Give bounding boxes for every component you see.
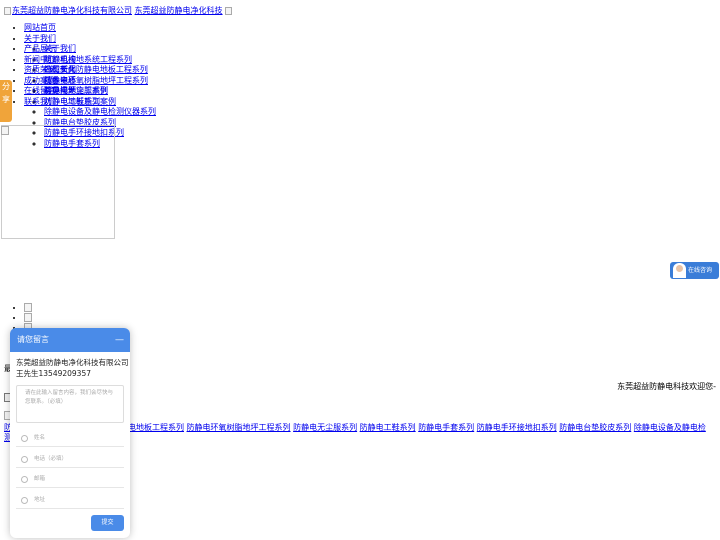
welcome-text: 东莞超益防静电科技欢迎您-: [617, 382, 716, 391]
slide-item[interactable]: [24, 303, 33, 313]
slide-image: [24, 303, 32, 312]
company-contact: 王先生13549209357: [16, 369, 91, 378]
name-field[interactable]: 姓名: [16, 430, 124, 447]
company-name: 东莞超益防静电净化科技有限公司: [16, 358, 129, 367]
logo-link-text[interactable]: 东莞超益防静电净化科技: [135, 6, 223, 15]
online-chat-button[interactable]: 在线咨询: [670, 262, 719, 279]
product-link[interactable]: 防静电工鞋系列: [360, 423, 416, 432]
slide-image: [24, 313, 32, 322]
submit-button[interactable]: 提交: [91, 515, 124, 531]
logo-badge-image: [225, 6, 233, 15]
minimize-icon[interactable]: —: [115, 328, 124, 352]
phone-field[interactable]: 电话（必填）: [16, 451, 124, 468]
product-link[interactable]: 防静电台垫胶皮系列: [559, 423, 631, 432]
submenu-item[interactable]: 除静电设备及静电检测仪器系列: [44, 107, 156, 118]
share-tab[interactable]: 分享: [0, 80, 12, 122]
nav-item-about[interactable]: 关于我们 关于我们 组织机构 企业文化: [24, 34, 156, 75]
message-panel-header[interactable]: 请您留言 —: [10, 328, 130, 352]
company-info: 东莞超益防静电净化科技有限公司 王先生13549209357: [16, 357, 129, 379]
message-panel-title: 请您留言: [17, 335, 49, 344]
email-field[interactable]: 邮箱: [16, 471, 124, 488]
mail-icon: [21, 476, 28, 483]
submenu-item[interactable]: 防静电手套系列: [44, 139, 156, 150]
nav-item-products[interactable]: 产品展示 防静电接地系统工程系列 PVC长久防静电地板工程系列 防静电环氧树脂地…: [24, 44, 156, 148]
address-field[interactable]: 地址: [16, 492, 124, 509]
product-link[interactable]: 电地板工程系列: [128, 423, 184, 432]
share-tab-label: 分享: [2, 82, 10, 104]
user-icon: [21, 435, 28, 442]
nav-item-home[interactable]: 网站首页: [24, 23, 156, 34]
product-link[interactable]: 防静电无尘服系列: [293, 423, 357, 432]
message-textarea[interactable]: 请在此输入留言内容，我们会尽快与您联系。（必填）: [16, 385, 124, 423]
agent-avatar-icon: [673, 263, 686, 278]
product-link[interactable]: 防静电手环接地扣系列: [477, 423, 557, 432]
message-panel: 请您留言 — 东莞超益防静电净化科技有限公司 王先生13549209357 请在…: [10, 328, 130, 538]
main-nav: 网站首页 关于我们 关于我们 组织机构 企业文化 产品展示 防静电接地系统工程系…: [24, 23, 156, 148]
submenu-item[interactable]: 防静电台垫胶皮系列: [44, 118, 156, 129]
online-chat-label: 在线咨询: [688, 267, 713, 274]
logo-image: [4, 6, 11, 15]
product-link[interactable]: 防静电环氧树脂地坪工程系列: [187, 423, 291, 432]
submenu-item[interactable]: 防静电手环接地扣系列: [44, 128, 156, 139]
phone-icon: [21, 456, 28, 463]
slide-item[interactable]: [24, 313, 33, 323]
product-link[interactable]: 除静电设备及静电检: [634, 423, 706, 432]
logo-link[interactable]: 东莞超益防静电净化科技有限公司 东莞超益防静电净化科技: [4, 5, 233, 16]
logo-alt-text[interactable]: 东莞超益防静电净化科技有限公司: [12, 6, 132, 15]
product-link[interactable]: 防静电手套系列: [418, 423, 474, 432]
floating-ad-image[interactable]: [1, 126, 9, 135]
location-icon: [21, 497, 28, 504]
